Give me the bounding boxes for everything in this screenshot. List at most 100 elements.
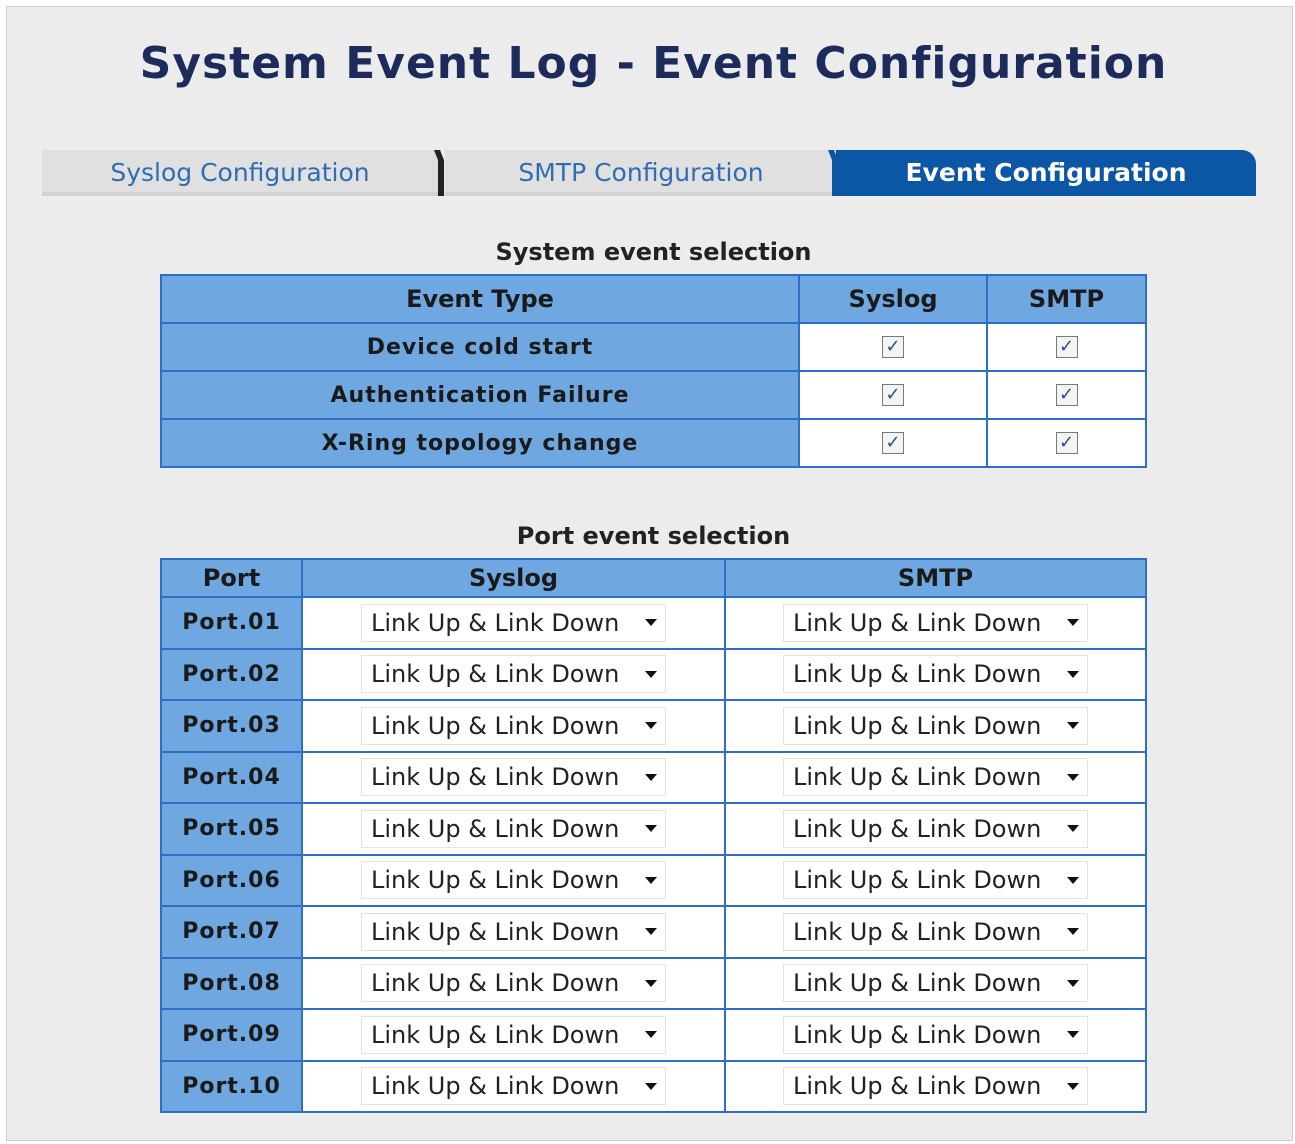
port-label: Port.10 — [160, 1059, 303, 1113]
chevron-down-icon — [1067, 979, 1079, 987]
chevron-down-icon — [1067, 670, 1079, 678]
syslog-checkbox-cell: ✓ — [798, 418, 988, 468]
select-value: Link Up & Link Down — [371, 814, 620, 843]
syslog-select-cell: Link Up & Link Down — [301, 853, 726, 907]
port-label: Port.08 — [160, 956, 303, 1010]
syslog-event-select[interactable]: Link Up & Link Down — [361, 603, 666, 642]
syslog-checkbox-cell: ✓ — [798, 370, 988, 420]
column-header-port: Port — [160, 558, 303, 598]
chevron-down-icon — [645, 619, 657, 627]
select-value: Link Up & Link Down — [371, 1020, 620, 1049]
syslog-checkbox[interactable]: ✓ — [882, 432, 904, 454]
tab-syslog-configuration[interactable]: Syslog Configuration — [42, 150, 438, 196]
table-row: Port.09 Link Up & Link Down Link Up & Link… — [160, 1008, 1147, 1062]
syslog-select-cell: Link Up & Link Down — [301, 1059, 726, 1113]
syslog-checkbox[interactable]: ✓ — [882, 336, 904, 358]
select-value: Link Up & Link Down — [371, 1072, 620, 1101]
syslog-select-cell: Link Up & Link Down — [301, 596, 726, 650]
smtp-event-select[interactable]: Link Up & Link Down — [783, 809, 1088, 848]
column-header-syslog: Syslog — [798, 274, 988, 324]
syslog-event-select[interactable]: Link Up & Link Down — [361, 706, 666, 745]
chevron-down-icon — [1067, 722, 1079, 730]
event-type-label: Device cold start — [160, 322, 800, 372]
select-value: Link Up & Link Down — [793, 917, 1042, 946]
table-row: Port.05 Link Up & Link Down Link Up & Link… — [160, 802, 1147, 856]
port-label: Port.04 — [160, 750, 303, 804]
syslog-checkbox[interactable]: ✓ — [882, 384, 904, 406]
select-value: Link Up & Link Down — [371, 608, 620, 637]
table-row: Port.07 Link Up & Link Down Link Up & Link… — [160, 905, 1147, 959]
chevron-down-icon — [645, 1031, 657, 1039]
chevron-down-icon — [1067, 619, 1079, 627]
system-event-table: Event Type Syslog SMTP Device cold start… — [160, 274, 1147, 468]
chevron-down-icon — [1067, 876, 1079, 884]
smtp-checkbox[interactable]: ✓ — [1055, 432, 1078, 454]
syslog-event-select[interactable]: Link Up & Link Down — [361, 655, 666, 694]
syslog-event-select[interactable]: Link Up & Link Down — [361, 758, 666, 797]
syslog-select-cell: Link Up & Link Down — [301, 699, 726, 753]
port-label: Port.09 — [160, 1008, 303, 1062]
smtp-event-select[interactable]: Link Up & Link Down — [783, 758, 1088, 797]
table-row: Port.04 Link Up & Link Down Link Up & Link… — [160, 750, 1147, 804]
smtp-event-select[interactable]: Link Up & Link Down — [783, 655, 1088, 694]
smtp-checkbox-cell: ✓ — [986, 418, 1147, 468]
syslog-event-select[interactable]: Link Up & Link Down — [361, 964, 666, 1003]
tab-event-configuration[interactable]: Event Configuration — [836, 150, 1256, 196]
port-label: Port.06 — [160, 853, 303, 907]
syslog-event-select[interactable]: Link Up & Link Down — [361, 1015, 666, 1054]
smtp-event-select[interactable]: Link Up & Link Down — [783, 964, 1088, 1003]
syslog-event-select[interactable]: Link Up & Link Down — [361, 1067, 666, 1106]
syslog-event-select[interactable]: Link Up & Link Down — [361, 809, 666, 848]
smtp-select-cell: Link Up & Link Down — [724, 1059, 1147, 1113]
port-label: Port.07 — [160, 905, 303, 959]
table-row: Port.02 Link Up & Link Down Link Up & Link… — [160, 647, 1147, 701]
smtp-event-select[interactable]: Link Up & Link Down — [783, 1067, 1088, 1106]
check-icon: ✓ — [885, 336, 901, 357]
smtp-event-select[interactable]: Link Up & Link Down — [783, 706, 1088, 745]
smtp-checkbox[interactable]: ✓ — [1055, 336, 1078, 358]
chevron-down-icon — [645, 722, 657, 730]
select-value: Link Up & Link Down — [793, 866, 1042, 895]
chevron-down-icon — [1067, 825, 1079, 833]
event-type-label: Authentication Failure — [160, 370, 800, 420]
column-header-smtp: SMTP — [986, 274, 1147, 324]
select-value: Link Up & Link Down — [793, 814, 1042, 843]
table-row: X-Ring topology change ✓ ✓ — [160, 418, 1147, 468]
chevron-down-icon — [645, 979, 657, 987]
column-header-syslog: Syslog — [301, 558, 726, 598]
chevron-down-icon — [1067, 773, 1079, 781]
table-row: Authentication Failure ✓ ✓ — [160, 370, 1147, 420]
port-event-table: Port Syslog SMTP Port.01 Link Up & Link D… — [160, 558, 1147, 1113]
smtp-event-select[interactable]: Link Up & Link Down — [783, 861, 1088, 900]
select-value: Link Up & Link Down — [793, 1020, 1042, 1049]
syslog-checkbox-cell: ✓ — [798, 322, 988, 372]
syslog-event-select[interactable]: Link Up & Link Down — [361, 912, 666, 951]
smtp-select-cell: Link Up & Link Down — [724, 905, 1147, 959]
select-value: Link Up & Link Down — [793, 660, 1042, 689]
column-header-smtp: SMTP — [724, 558, 1147, 598]
smtp-event-select[interactable]: Link Up & Link Down — [783, 912, 1088, 951]
chevron-down-icon — [1067, 1031, 1079, 1039]
chevron-down-icon — [645, 773, 657, 781]
smtp-checkbox[interactable]: ✓ — [1055, 384, 1078, 406]
smtp-select-cell: Link Up & Link Down — [724, 853, 1147, 907]
event-type-label: X-Ring topology change — [160, 418, 800, 468]
smtp-checkbox-cell: ✓ — [986, 370, 1147, 420]
smtp-event-select[interactable]: Link Up & Link Down — [783, 603, 1088, 642]
syslog-select-cell: Link Up & Link Down — [301, 647, 726, 701]
syslog-event-select[interactable]: Link Up & Link Down — [361, 861, 666, 900]
syslog-select-cell: Link Up & Link Down — [301, 750, 726, 804]
syslog-select-cell: Link Up & Link Down — [301, 905, 726, 959]
chevron-down-icon — [645, 928, 657, 936]
port-label: Port.05 — [160, 802, 303, 856]
smtp-select-cell: Link Up & Link Down — [724, 750, 1147, 804]
table-row: Port.01 Link Up & Link Down Link Up & Link… — [160, 596, 1147, 650]
select-value: Link Up & Link Down — [371, 763, 620, 792]
table-row: Port.06 Link Up & Link Down Link Up & Link… — [160, 853, 1147, 907]
tab-smtp-configuration[interactable]: SMTP Configuration — [445, 150, 837, 196]
smtp-checkbox-cell: ✓ — [986, 322, 1147, 372]
check-icon: ✓ — [885, 384, 901, 405]
select-value: Link Up & Link Down — [371, 866, 620, 895]
smtp-event-select[interactable]: Link Up & Link Down — [783, 1015, 1088, 1054]
table-row: Port.03 Link Up & Link Down Link Up & Link… — [160, 699, 1147, 753]
